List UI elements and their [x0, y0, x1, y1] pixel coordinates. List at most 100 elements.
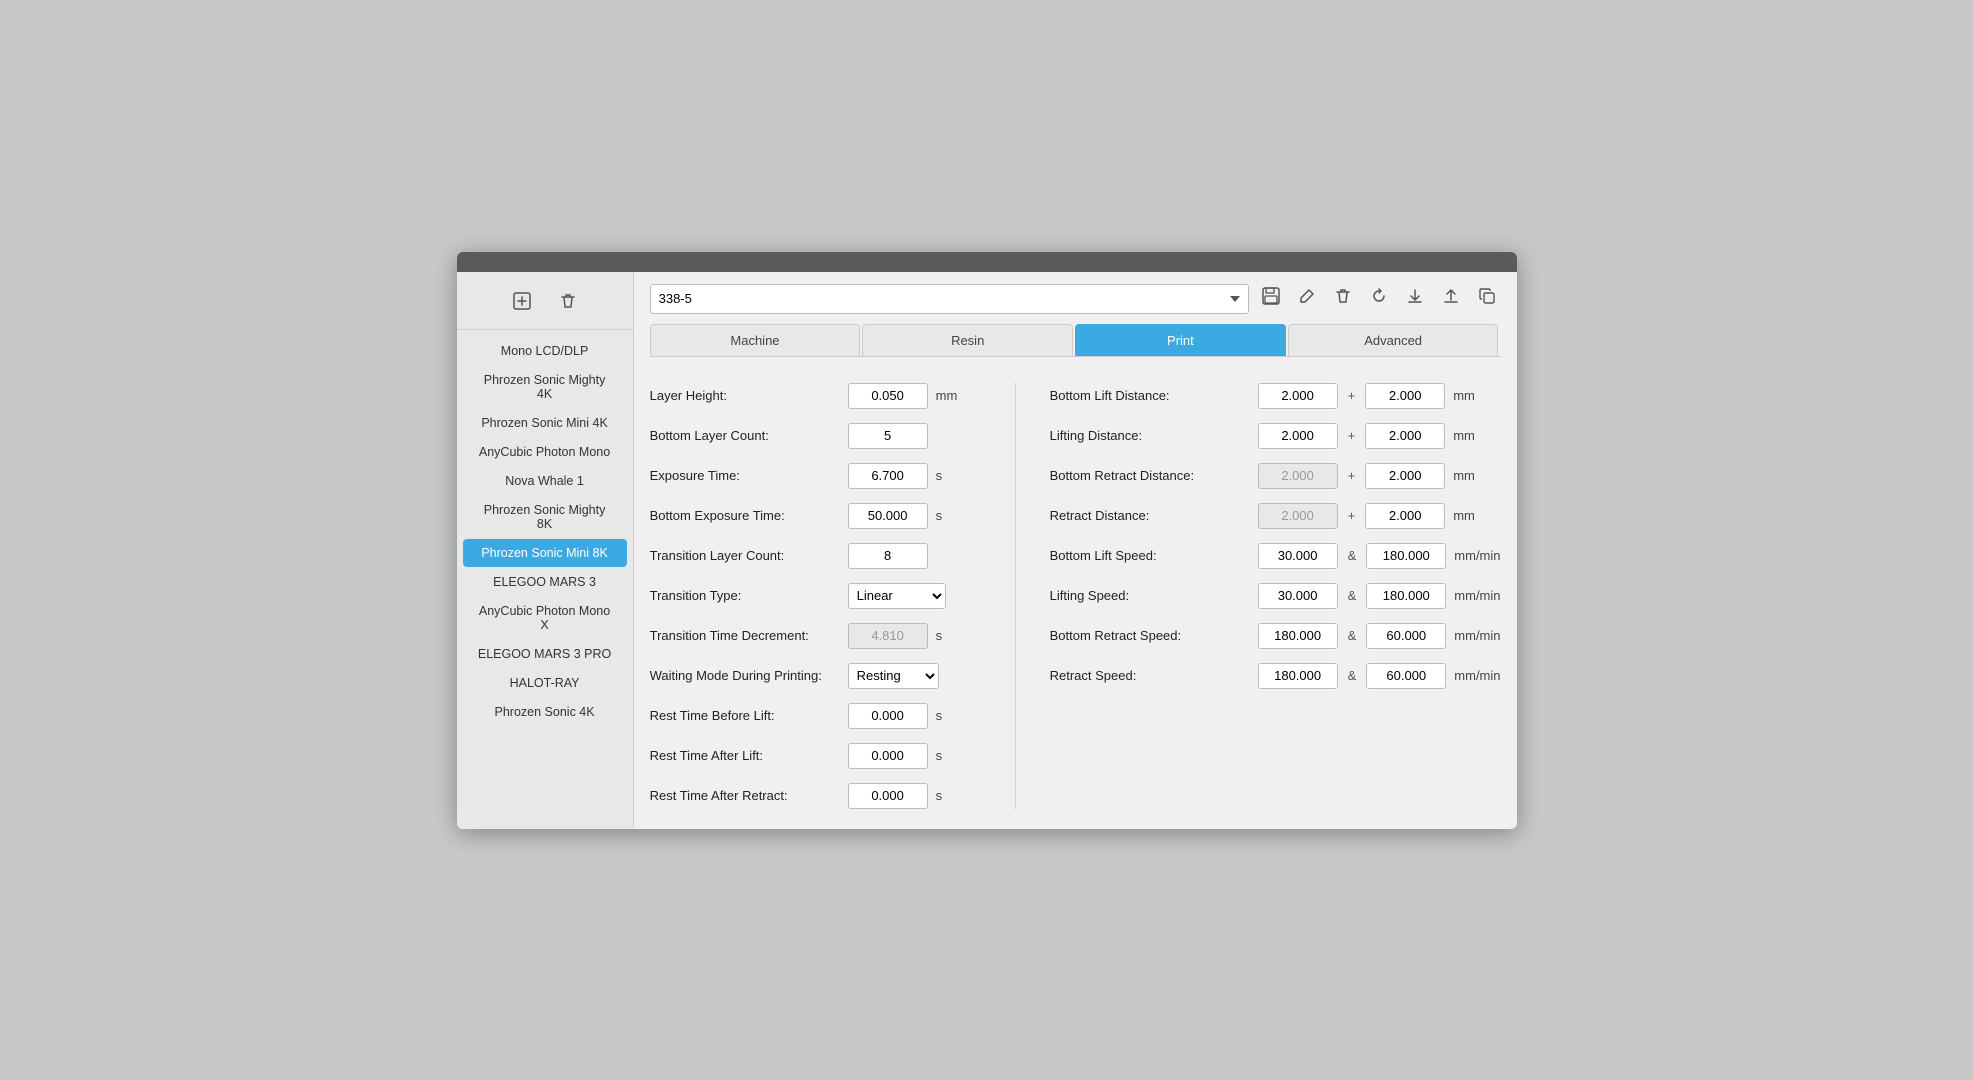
edit-profile-button[interactable] — [1293, 284, 1321, 313]
sidebar-item-2[interactable]: Phrozen Sonic Mini 4K — [463, 409, 627, 437]
tab-resin[interactable]: Resin — [862, 324, 1073, 356]
form-input-3[interactable] — [848, 503, 928, 529]
import-button[interactable] — [1401, 284, 1429, 313]
right-form-label-3: Retract Distance: — [1050, 508, 1250, 523]
delete-profile-button[interactable] — [1329, 284, 1357, 313]
right-input1-3[interactable] — [1258, 503, 1338, 529]
right-form-col: Bottom Lift Distance:+mmLifting Distance… — [1050, 383, 1501, 809]
sidebar-item-11[interactable]: Phrozen Sonic 4K — [463, 698, 627, 726]
right-unit-4: mm/min — [1454, 548, 1500, 563]
form-select-7[interactable]: RestingMovement — [848, 663, 939, 689]
right-unit-5: mm/min — [1454, 588, 1500, 603]
right-unit-3: mm — [1453, 508, 1498, 523]
right-form-row-2: Bottom Retract Distance:+mm — [1050, 463, 1501, 489]
top-bar: 338-5 — [650, 284, 1501, 314]
settings-dialog: Mono LCD/DLPPhrozen Sonic Mighty 4KPhroz… — [457, 252, 1517, 829]
form-unit-10: s — [936, 788, 981, 803]
sidebar-item-5[interactable]: Phrozen Sonic Mighty 8K — [463, 496, 627, 538]
right-input2-0[interactable] — [1365, 383, 1445, 409]
sidebar: Mono LCD/DLPPhrozen Sonic Mighty 4KPhroz… — [457, 272, 634, 829]
form-label-10: Rest Time After Retract: — [650, 788, 840, 803]
form-input-4[interactable] — [848, 543, 928, 569]
right-input1-5[interactable] — [1258, 583, 1338, 609]
form-label-0: Layer Height: — [650, 388, 840, 403]
right-sep-3: + — [1346, 508, 1358, 523]
sidebar-delete-button[interactable] — [555, 290, 581, 317]
right-form-row-7: Retract Speed:&mm/min — [1050, 663, 1501, 689]
form-input-2[interactable] — [848, 463, 928, 489]
sidebar-item-0[interactable]: Mono LCD/DLP — [463, 337, 627, 365]
right-form-label-2: Bottom Retract Distance: — [1050, 468, 1250, 483]
form-select-5[interactable]: LinearExponential — [848, 583, 946, 609]
right-form-label-7: Retract Speed: — [1050, 668, 1250, 683]
tab-advanced[interactable]: Advanced — [1288, 324, 1499, 356]
right-sep-5: & — [1346, 588, 1359, 603]
right-input2-7[interactable] — [1366, 663, 1446, 689]
right-input2-1[interactable] — [1365, 423, 1445, 449]
tab-print[interactable]: Print — [1075, 324, 1286, 356]
right-form-row-0: Bottom Lift Distance:+mm — [1050, 383, 1501, 409]
right-unit-6: mm/min — [1454, 628, 1500, 643]
right-input1-2[interactable] — [1258, 463, 1338, 489]
tab-machine[interactable]: Machine — [650, 324, 861, 356]
right-input2-4[interactable] — [1366, 543, 1446, 569]
right-input1-7[interactable] — [1258, 663, 1338, 689]
right-form-row-5: Lifting Speed:&mm/min — [1050, 583, 1501, 609]
copy-button[interactable] — [1473, 284, 1501, 313]
form-label-9: Rest Time After Lift: — [650, 748, 840, 763]
form-input-6[interactable] — [848, 623, 928, 649]
save-profile-button[interactable] — [1257, 284, 1285, 313]
right-input1-1[interactable] — [1258, 423, 1338, 449]
divider — [1015, 383, 1016, 809]
right-form-row-6: Bottom Retract Speed:&mm/min — [1050, 623, 1501, 649]
sidebar-item-10[interactable]: HALOT-RAY — [463, 669, 627, 697]
sidebar-item-7[interactable]: ELEGOO MARS 3 — [463, 568, 627, 596]
export-button[interactable] — [1437, 284, 1465, 313]
profile-select[interactable]: 338-5 — [650, 284, 1249, 314]
right-input2-5[interactable] — [1366, 583, 1446, 609]
sidebar-item-9[interactable]: ELEGOO MARS 3 PRO — [463, 640, 627, 668]
right-sep-1: + — [1346, 428, 1358, 443]
form-label-2: Exposure Time: — [650, 468, 840, 483]
form-input-9[interactable] — [848, 743, 928, 769]
main-content: 338-5 — [634, 272, 1517, 829]
right-input1-0[interactable] — [1258, 383, 1338, 409]
right-input2-6[interactable] — [1366, 623, 1446, 649]
form-unit-6: s — [936, 628, 981, 643]
right-form-row-1: Lifting Distance:+mm — [1050, 423, 1501, 449]
right-form-label-4: Bottom Lift Speed: — [1050, 548, 1250, 563]
right-unit-2: mm — [1453, 468, 1498, 483]
tabs-container: MachineResinPrintAdvanced — [650, 324, 1501, 357]
sidebar-item-3[interactable]: AnyCubic Photon Mono — [463, 438, 627, 466]
right-input2-3[interactable] — [1365, 503, 1445, 529]
right-form-label-0: Bottom Lift Distance: — [1050, 388, 1250, 403]
sidebar-item-1[interactable]: Phrozen Sonic Mighty 4K — [463, 366, 627, 408]
sidebar-item-6[interactable]: Phrozen Sonic Mini 8K — [463, 539, 627, 567]
right-form-row-4: Bottom Lift Speed: & mm/min — [1050, 543, 1501, 569]
form-unit-2: s — [936, 468, 981, 483]
dialog-body: Mono LCD/DLPPhrozen Sonic Mighty 4KPhroz… — [457, 272, 1517, 829]
right-form-label-1: Lifting Distance: — [1050, 428, 1250, 443]
left-form-col: Layer Height:mmBottom Layer Count:Exposu… — [650, 383, 981, 809]
form-unit-8: s — [936, 708, 981, 723]
form-unit-9: s — [936, 748, 981, 763]
refresh-button[interactable] — [1365, 284, 1393, 313]
left-form-row-3: Bottom Exposure Time:s — [650, 503, 981, 529]
form-input-0[interactable] — [848, 383, 928, 409]
sidebar-item-8[interactable]: AnyCubic Photon Mono X — [463, 597, 627, 639]
right-input2-2[interactable] — [1365, 463, 1445, 489]
form-area: Layer Height:mmBottom Layer Count:Exposu… — [650, 367, 1501, 817]
sidebar-item-4[interactable]: Nova Whale 1 — [463, 467, 627, 495]
left-form-row-2: Exposure Time: s — [650, 463, 981, 489]
sidebar-add-button[interactable] — [509, 290, 535, 317]
form-input-1[interactable] — [848, 423, 928, 449]
form-input-8[interactable] — [848, 703, 928, 729]
left-form-row-9: Rest Time After Lift: s — [650, 743, 981, 769]
form-input-10[interactable] — [848, 783, 928, 809]
right-input1-6[interactable] — [1258, 623, 1338, 649]
right-sep-4: & — [1346, 548, 1359, 563]
left-form-row-8: Rest Time Before Lift:s — [650, 703, 981, 729]
right-input1-4[interactable] — [1258, 543, 1338, 569]
form-label-6: Transition Time Decrement: — [650, 628, 840, 643]
form-label-4: Transition Layer Count: — [650, 548, 840, 563]
